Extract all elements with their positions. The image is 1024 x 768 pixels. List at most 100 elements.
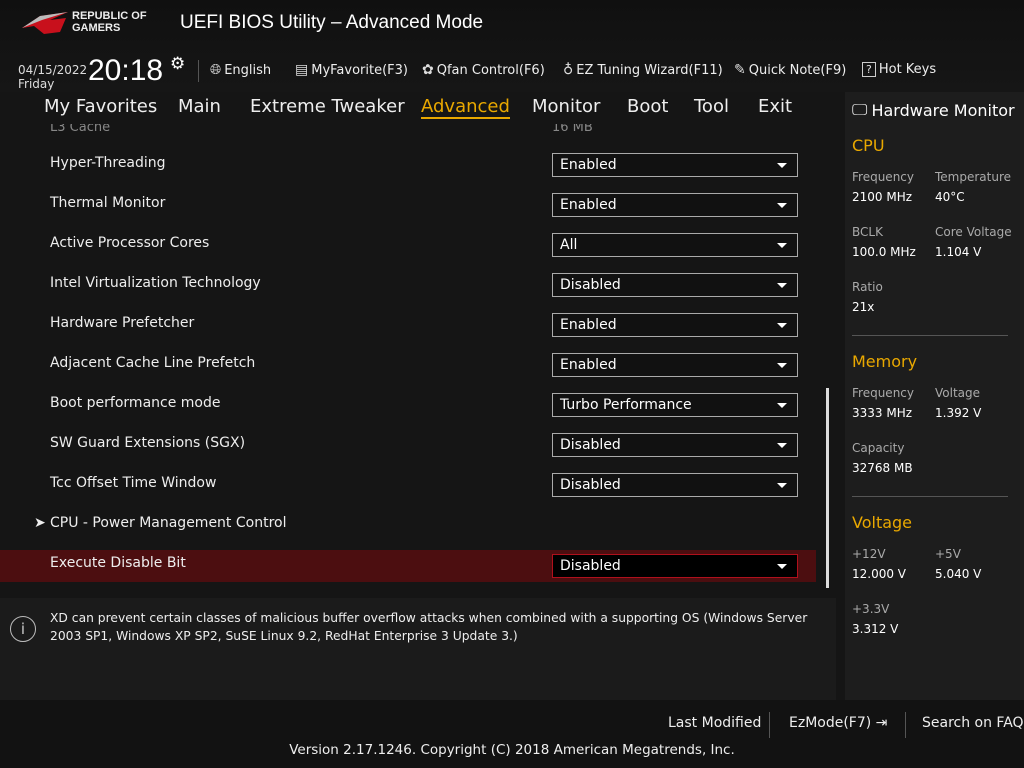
chevron-down-icon — [777, 323, 787, 328]
memory-voltage: 1.392 V — [935, 406, 982, 420]
language-button[interactable]: 🌐︎ English — [210, 62, 271, 78]
fan-icon: ✿ — [422, 62, 434, 78]
label: Frequency — [852, 170, 914, 184]
divider — [198, 60, 199, 82]
voltage-12v: 12.000 V — [852, 567, 907, 581]
last-modified-button[interactable]: Last Modified — [668, 715, 761, 731]
setting-row[interactable]: Active Processor Cores All — [0, 229, 816, 263]
info-icon: i — [10, 616, 36, 642]
tab-tool[interactable]: Tool — [694, 96, 729, 117]
setting-row-execute-disable-bit[interactable]: Execute Disable Bit Disabled — [0, 550, 816, 582]
chevron-right-icon: ➤ — [34, 515, 46, 531]
help-icon: ? — [862, 62, 876, 77]
setting-label: Tcc Offset Time Window — [50, 475, 217, 491]
help-text: XD can prevent certain classes of malici… — [50, 611, 808, 643]
label: +5V — [935, 547, 961, 561]
tab-extreme-tweaker[interactable]: Extreme Tweaker — [250, 96, 405, 117]
label: Temperature — [935, 170, 1012, 184]
chevron-down-icon — [777, 243, 787, 248]
tab-my-favorites[interactable]: My Favorites — [44, 96, 157, 117]
memory-heading: Memory — [852, 352, 918, 371]
setting-row[interactable]: Thermal Monitor Enabled — [0, 189, 816, 223]
globe-icon: 🌐︎ — [210, 62, 222, 78]
setting-row[interactable]: Intel Virtualization Technology Disabled — [0, 269, 816, 303]
label: BCLK — [852, 225, 883, 239]
label: +12V — [852, 547, 886, 561]
memory-capacity: 32768 MB — [852, 461, 913, 475]
chevron-down-icon — [777, 283, 787, 288]
setting-dropdown[interactable]: All — [552, 233, 798, 257]
chevron-down-icon — [777, 203, 787, 208]
hot-keys-button[interactable]: ? Hot Keys — [862, 62, 936, 77]
setting-label: Active Processor Cores — [50, 235, 210, 251]
setting-dropdown[interactable]: Enabled — [552, 153, 798, 177]
tab-monitor[interactable]: Monitor — [532, 96, 600, 117]
setting-label: Boot performance mode — [50, 395, 221, 411]
ezmode-button[interactable]: EzMode(F7) ⇥ — [789, 715, 887, 731]
chevron-down-icon — [777, 443, 787, 448]
gear-icon[interactable]: ⚙ — [170, 54, 185, 74]
chevron-down-icon — [777, 403, 787, 408]
setting-label: Hardware Prefetcher — [50, 315, 195, 331]
quick-note-button[interactable]: ✎ Quick Note(F9) — [734, 62, 846, 78]
setting-dropdown[interactable]: Disabled — [552, 554, 798, 578]
scrollbar[interactable] — [826, 388, 829, 588]
date-display: 04/15/2022 Friday — [18, 63, 88, 91]
setting-label: SW Guard Extensions (SGX) — [50, 435, 246, 451]
tab-main[interactable]: Main — [178, 96, 221, 117]
setting-label: Adjacent Cache Line Prefetch — [50, 355, 256, 371]
divider — [852, 335, 1008, 336]
voltage-heading: Voltage — [852, 513, 913, 532]
clock: 20:18 — [88, 54, 164, 87]
setting-row[interactable]: Tcc Offset Time Window Disabled — [0, 469, 816, 503]
exit-icon: ⇥ — [871, 715, 888, 731]
setting-row[interactable]: Adjacent Cache Line Prefetch Enabled — [0, 349, 816, 383]
cpu-temperature: 40°C — [935, 190, 965, 204]
tab-exit[interactable]: Exit — [758, 96, 792, 117]
setting-dropdown[interactable]: Disabled — [552, 433, 798, 457]
submenu-cpu-power-management[interactable]: ➤ CPU - Power Management Control — [0, 509, 816, 543]
cpu-heading: CPU — [852, 136, 885, 155]
tab-advanced[interactable]: Advanced — [421, 96, 510, 119]
setting-label: Hyper-Threading — [50, 155, 166, 171]
voltage-3v3: 3.312 V — [852, 622, 899, 636]
divider — [852, 496, 1008, 497]
cpu-ratio: 21x — [852, 300, 875, 314]
monitor-icon: 🖵︎ — [852, 100, 868, 119]
divider — [905, 712, 906, 738]
label: Core Voltage — [935, 225, 1012, 239]
version-text: Version 2.17.1246. Copyright (C) 2018 Am… — [289, 742, 735, 758]
label: Voltage — [935, 386, 981, 400]
setting-dropdown[interactable]: Disabled — [552, 473, 798, 497]
setting-dropdown[interactable]: Enabled — [552, 353, 798, 377]
qfan-button[interactable]: ✿ Qfan Control(F6) — [422, 62, 545, 78]
myfavorite-button[interactable]: ▤ MyFavorite(F3) — [295, 62, 408, 78]
label: +3.3V — [852, 602, 890, 616]
divider — [769, 712, 770, 738]
setting-row[interactable]: SW Guard Extensions (SGX) Disabled — [0, 429, 816, 463]
setting-dropdown[interactable]: Enabled — [552, 313, 798, 337]
memory-frequency: 3333 MHz — [852, 406, 913, 420]
brand-text: REPUBLIC OF GAMERS — [72, 10, 147, 34]
chevron-down-icon — [777, 363, 787, 368]
setting-row[interactable]: Hyper-Threading Enabled — [0, 149, 816, 183]
ez-tuning-button[interactable]: ♁ EZ Tuning Wizard(F11) — [563, 62, 723, 78]
setting-dropdown[interactable]: Enabled — [552, 193, 798, 217]
app-title: UEFI BIOS Utility – Advanced Mode — [180, 12, 484, 33]
setting-dropdown[interactable]: Disabled — [552, 273, 798, 297]
tab-boot[interactable]: Boot — [627, 96, 668, 117]
chevron-down-icon — [777, 163, 787, 168]
hardware-monitor-title: 🖵︎ Hardware Monitor — [852, 100, 1015, 120]
label: Frequency — [852, 386, 914, 400]
setting-row[interactable]: Hardware Prefetcher Enabled — [0, 309, 816, 343]
search-faq-button[interactable]: Search on FAQ — [922, 715, 1024, 731]
voltage-5v: 5.040 V — [935, 567, 982, 581]
cpu-bclk: 100.0 MHz — [852, 245, 916, 259]
favorite-icon: ▤ — [295, 62, 309, 78]
setting-dropdown[interactable]: Turbo Performance — [552, 393, 798, 417]
cpu-core-voltage: 1.104 V — [935, 245, 982, 259]
cpu-frequency: 2100 MHz — [852, 190, 913, 204]
label: Ratio — [852, 280, 883, 294]
partial-row-label: L3 Cache — [50, 124, 111, 134]
setting-row[interactable]: Boot performance mode Turbo Performance — [0, 389, 816, 423]
